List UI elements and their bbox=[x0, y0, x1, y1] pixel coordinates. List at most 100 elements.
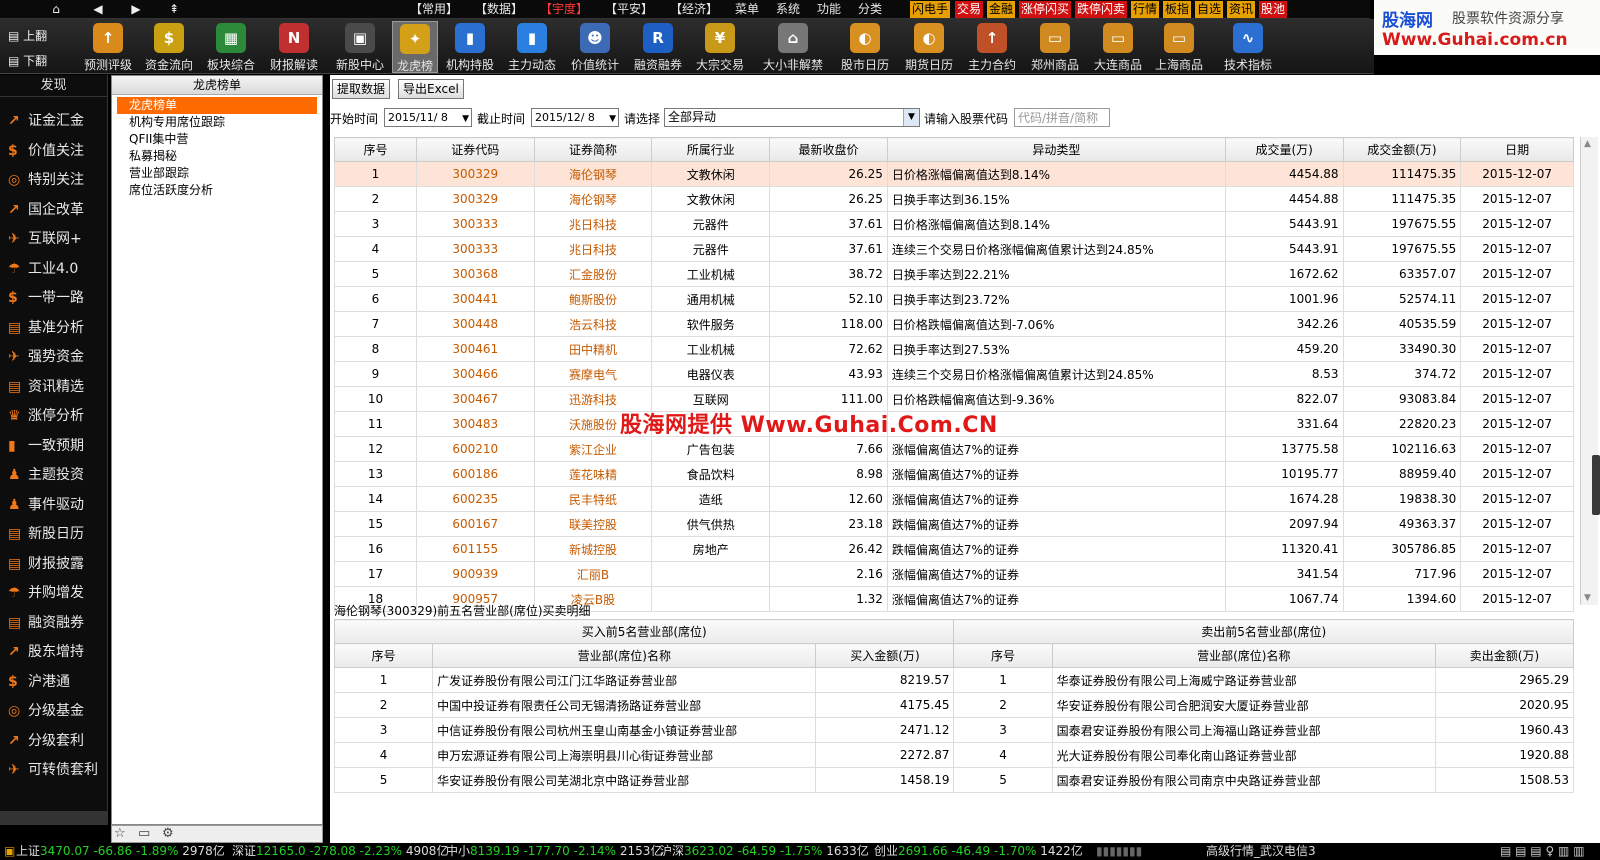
sidebar-item[interactable]: ☂ 工业4.0 bbox=[8, 257, 106, 281]
sidebar-item[interactable]: ▮ 一致预期 bbox=[8, 434, 106, 458]
table-row[interactable]: 16 601155 新城控股 房地产 26.42 跌幅偏离值达7%的证券 11320.41 3… bbox=[334, 536, 1574, 562]
side-splitter[interactable] bbox=[1592, 455, 1600, 515]
sidebar-item[interactable]: ▤ 资讯精选 bbox=[8, 375, 106, 399]
quick-trade[interactable]: 交易 bbox=[955, 1, 984, 18]
sidebar-item[interactable]: $ 沪港通 bbox=[8, 670, 106, 694]
index-sz[interactable]: 深证12165.0 -278.08 -2.23% 4908亿 bbox=[232, 843, 448, 860]
sidebar-item[interactable]: ♟ 主题投资 bbox=[8, 463, 106, 487]
table-row[interactable]: 12 600210 紫江企业 广告包装 7.66 涨幅偏离值达7%的证券 13775.58 1… bbox=[334, 436, 1574, 462]
sidebar-item[interactable]: ◎ 特别关注 bbox=[8, 168, 106, 192]
sidebar-item[interactable]: ♛ 涨停分析 bbox=[8, 404, 106, 428]
menu-category[interactable]: 分类 bbox=[858, 1, 882, 18]
status-tools-icon[interactable]: ▤ ▤ ▤ ♀ ▥ ▥ bbox=[1500, 843, 1585, 860]
tool-button[interactable]: ∿ 技术指标 bbox=[1214, 21, 1282, 73]
tool-button[interactable]: ▦ 板块综合 bbox=[200, 21, 262, 73]
tool-button[interactable]: ◐ 期货日历 bbox=[898, 21, 960, 73]
tool-button[interactable]: ▭ 大连商品 bbox=[1087, 21, 1149, 73]
menu-function[interactable]: 功能 bbox=[817, 1, 841, 18]
tool-button[interactable]: ▭ 上海商品 bbox=[1148, 21, 1210, 73]
detail-row[interactable]: 5 华安证券股份有限公司芜湖北京中路证券营业部 1458.19 5 国泰君安证券股份有限… bbox=[333, 767, 1575, 793]
column-header[interactable]: 成交金额(万) bbox=[1342, 137, 1462, 162]
tool-button[interactable]: ↑ 主力合约 bbox=[960, 21, 1024, 73]
column-header[interactable]: 日期 bbox=[1460, 137, 1574, 162]
forward-icon[interactable]: ▶ bbox=[120, 0, 152, 19]
sidebar-item[interactable]: ↗ 证金汇金 bbox=[8, 109, 106, 133]
table-row[interactable]: 15 600167 联美控股 供气供热 23.18 跌幅偏离值达7%的证券 2097.94 4… bbox=[334, 511, 1574, 537]
menu-pingan[interactable]: 【平安】 bbox=[605, 1, 653, 18]
table-row[interactable]: 7 300448 浩云科技 软件服务 118.00 日价格跌幅偏离值达到-7.06% 342… bbox=[334, 311, 1574, 337]
sidebar-item[interactable]: ↗ 股东增持 bbox=[8, 640, 106, 664]
menu-yudu[interactable]: 【宇度】 bbox=[540, 1, 588, 18]
server-name[interactable]: 高级行情_武汉电信3 bbox=[1206, 843, 1316, 860]
sidebar-item[interactable]: ▤ 基准分析 bbox=[8, 316, 106, 340]
column-header[interactable]: 证券简称 bbox=[533, 137, 653, 162]
gear-icon[interactable]: ⚙ bbox=[162, 826, 174, 841]
quick-flash-trade[interactable]: 闪电手 bbox=[910, 1, 951, 18]
detail-row[interactable]: 3 中信证券股份有限公司杭州玉皇山南基金小镇证券营业部 2471.12 3 国泰君安证券… bbox=[333, 717, 1575, 743]
category-item[interactable]: 龙虎榜单 bbox=[117, 97, 317, 114]
tool-button[interactable]: ¥ 大宗交易 bbox=[688, 21, 752, 73]
table-row[interactable]: 2 300329 海伦钢琴 文教休闲 26.25 日换手率达到36.15% 4454.88 1… bbox=[334, 186, 1574, 212]
index-cy[interactable]: 创业2691.66 -46.49 -1.70% 1422亿 bbox=[874, 843, 1083, 860]
sidebar-item[interactable]: ▤ 融资融券 bbox=[8, 611, 106, 635]
table-scrollbar[interactable]: ▲ ▼ bbox=[1580, 137, 1598, 605]
detail-row[interactable]: 2 中国中投证券有限责任公司无锡清扬路证券营业部 4175.45 2 华安证券股份有限公… bbox=[333, 692, 1575, 718]
quick-quote[interactable]: 行情 bbox=[1131, 1, 1160, 18]
index-zx[interactable]: 中小8139.19 -177.70 -2.14% 2153亿 bbox=[446, 843, 662, 860]
collapse-icon[interactable]: ⇞ bbox=[158, 0, 190, 19]
table-row[interactable]: 9 300466 赛摩电气 电器仪表 43.93 连续三个交易日价格涨幅偏离值累计达到24… bbox=[334, 361, 1574, 387]
column-header[interactable]: 异动类型 bbox=[886, 137, 1226, 162]
column-header[interactable]: 序号 bbox=[334, 137, 417, 162]
tool-button[interactable]: ⌂ 大小非解禁 bbox=[754, 21, 832, 73]
detail-column-header[interactable]: 序号 bbox=[333, 643, 434, 668]
column-header[interactable]: 最新收盘价 bbox=[769, 137, 888, 162]
detail-column-header[interactable]: 卖出金额(万) bbox=[1434, 643, 1575, 668]
star-icon[interactable]: ☆ bbox=[114, 826, 126, 841]
tool-button[interactable]: ◐ 股市日历 bbox=[834, 21, 896, 73]
stock-code-input[interactable]: 代码/拼音/简称 bbox=[1014, 108, 1110, 127]
sidebar-item[interactable]: ✈ 互联网+ bbox=[8, 227, 106, 251]
sidebar-item[interactable]: $ 价值关注 bbox=[8, 139, 106, 163]
detail-row[interactable]: 4 申万宏源证券有限公司上海崇明县川心街证券营业部 2272.87 4 光大证券股份有限… bbox=[333, 742, 1575, 768]
folder-icon[interactable]: ▭ bbox=[138, 826, 150, 841]
category-item[interactable]: QFII集中营 bbox=[117, 131, 317, 148]
scroll-down-icon[interactable]: ▼ bbox=[1584, 593, 1591, 603]
detail-column-header[interactable]: 营业部(席位)名称 bbox=[432, 643, 817, 668]
detail-column-header[interactable]: 营业部(席位)名称 bbox=[1051, 643, 1436, 668]
export-excel-button[interactable]: 导出Excel bbox=[398, 79, 464, 99]
category-item[interactable]: 席位活跃度分析 bbox=[117, 182, 317, 199]
table-row[interactable]: 8 300461 田中精机 工业机械 72.62 日换手率达到27.53% 459.20 33… bbox=[334, 336, 1574, 362]
table-row[interactable]: 1 300329 海伦钢琴 文教休闲 26.25 日价格涨幅偏离值达到8.14% 4454.… bbox=[334, 161, 1574, 187]
quick-limit-down-sell[interactable]: 跌停闪卖 bbox=[1075, 1, 1128, 18]
tool-button[interactable]: ↑ 预测评级 bbox=[78, 21, 138, 73]
index-hs[interactable]: 沪深3623.02 -64.59 -1.75% 1633亿 bbox=[660, 843, 869, 860]
table-row[interactable]: 6 300441 鲍斯股份 通用机械 52.10 日换手率达到23.72% 1001.96 5… bbox=[334, 286, 1574, 312]
menu-economy[interactable]: 【经济】 bbox=[670, 1, 718, 18]
quick-news[interactable]: 资讯 bbox=[1227, 1, 1256, 18]
tool-button[interactable]: ▮ 主力动态 bbox=[502, 21, 562, 73]
tool-button[interactable]: ☻ 价值统计 bbox=[564, 21, 626, 73]
table-row[interactable]: 17 900939 汇丽B 2.16 涨幅偏离值达7%的证券 341.54 717.96 20… bbox=[334, 561, 1574, 587]
menu-common[interactable]: 【常用】 bbox=[410, 1, 458, 18]
quick-board-index[interactable]: 板指 bbox=[1163, 1, 1192, 18]
quick-limit-up-buy[interactable]: 涨停闪买 bbox=[1019, 1, 1072, 18]
sidebar-item[interactable]: ♟ 事件驱动 bbox=[8, 493, 106, 517]
table-row[interactable]: 3 300333 兆日科技 元器件 37.61 日价格涨幅偏离值达到8.14% 5443.9… bbox=[334, 211, 1574, 237]
back-icon[interactable]: ◀ bbox=[82, 0, 114, 19]
column-header[interactable]: 成交量(万) bbox=[1224, 137, 1344, 162]
tool-button[interactable]: $ 资金流向 bbox=[138, 21, 200, 73]
start-date-picker[interactable]: 2015/11/ 8 ▼ bbox=[384, 108, 472, 127]
menu-menu[interactable]: 菜单 bbox=[735, 1, 759, 18]
tool-button[interactable]: ✦ 龙虎榜 bbox=[392, 21, 438, 73]
scroll-up-icon[interactable]: ▲ bbox=[1584, 139, 1591, 149]
sidebar-item[interactable]: ◎ 分级基金 bbox=[8, 699, 106, 723]
sidebar-item[interactable]: ☂ 并购增发 bbox=[8, 581, 106, 605]
table-row[interactable]: 5 300368 汇金股份 工业机械 38.72 日换手率达到22.21% 1672.62 6… bbox=[334, 261, 1574, 287]
menu-system[interactable]: 系统 bbox=[776, 1, 800, 18]
tool-button[interactable]: ▭ 郑州商品 bbox=[1025, 21, 1085, 73]
table-row[interactable]: 4 300333 兆日科技 元器件 37.61 连续三个交易日价格涨幅偏离值累计达到24.… bbox=[334, 236, 1574, 262]
sidebar-item[interactable]: ▤ 财报披露 bbox=[8, 552, 106, 576]
column-header[interactable]: 证券代码 bbox=[415, 137, 535, 162]
category-item[interactable]: 机构专用席位跟踪 bbox=[117, 114, 317, 131]
sidebar-item[interactable]: ✈ 可转债套利 bbox=[8, 758, 106, 782]
